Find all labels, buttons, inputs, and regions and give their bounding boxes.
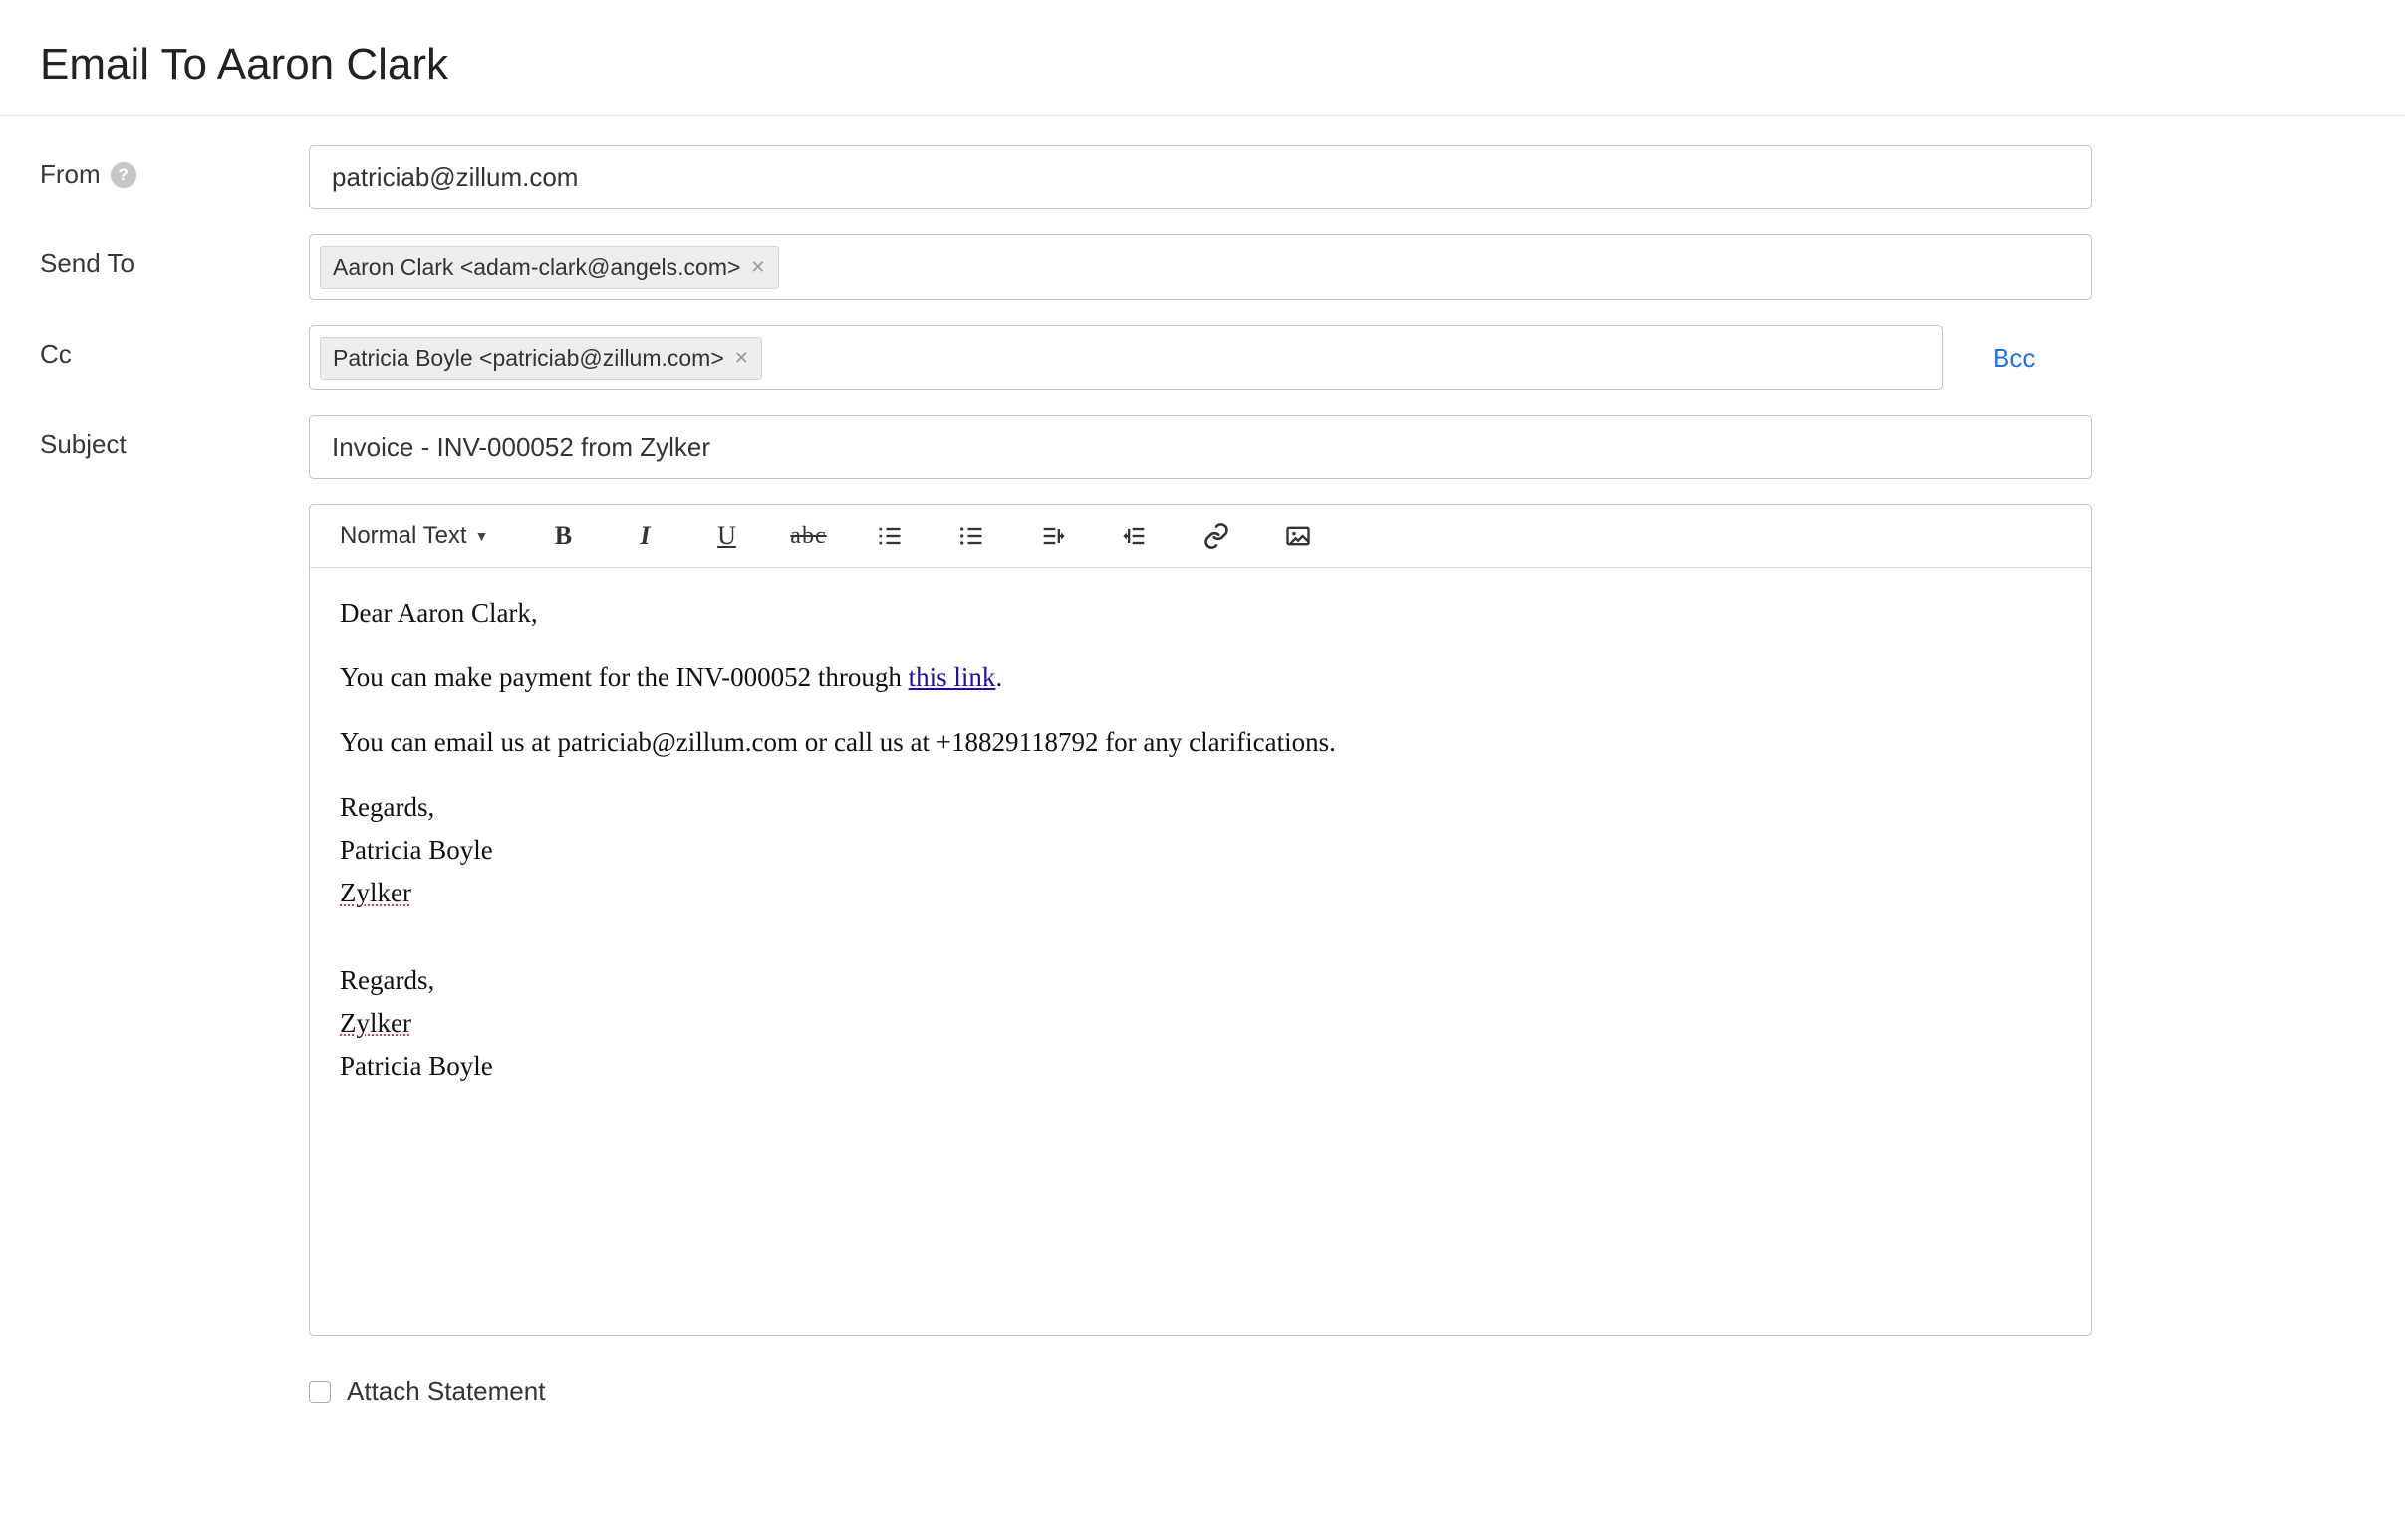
sig1-name: Patricia Boyle <box>340 833 2061 868</box>
payment-link[interactable]: this link <box>909 662 996 692</box>
subject-label: Subject <box>40 415 309 460</box>
sig1-regards: Regards, <box>340 790 2061 825</box>
format-select-label: Normal Text <box>340 522 467 550</box>
page-title: Email To Aaron Clark <box>40 40 2365 90</box>
send-to-chip-label: Aaron Clark <adam-clark@angels.com> <box>333 254 740 281</box>
close-icon[interactable]: ✕ <box>734 349 749 367</box>
sig1-company: Zylker <box>340 876 2061 910</box>
ordered-list-button[interactable] <box>873 519 907 553</box>
cc-chip[interactable]: Patricia Boyle <patriciab@zillum.com> ✕ <box>320 337 762 380</box>
close-icon[interactable]: ✕ <box>750 258 765 276</box>
from-input[interactable] <box>309 145 2092 209</box>
editor-body[interactable]: Dear Aaron Clark, You can make payment f… <box>310 568 2091 1335</box>
body-line-1: You can make payment for the INV-000052 … <box>340 660 2061 695</box>
underline-button[interactable]: U <box>709 519 743 553</box>
format-select[interactable]: Normal Text ▼ <box>340 522 498 550</box>
send-to-input[interactable]: Aaron Clark <adam-clark@angels.com> ✕ <box>309 234 2092 300</box>
cc-input[interactable]: Patricia Boyle <patriciab@zillum.com> ✕ <box>309 325 1943 390</box>
subject-input[interactable] <box>309 415 2092 479</box>
email-editor: Normal Text ▼ B I U abc <box>309 504 2092 1336</box>
attach-statement-checkbox[interactable] <box>309 1381 331 1403</box>
sig2-regards: Regards, <box>340 963 2061 998</box>
cc-chip-label: Patricia Boyle <patriciab@zillum.com> <box>333 345 724 372</box>
send-to-chip[interactable]: Aaron Clark <adam-clark@angels.com> ✕ <box>320 246 779 289</box>
strikethrough-button[interactable]: abc <box>791 519 825 553</box>
unordered-list-button[interactable] <box>954 519 988 553</box>
bold-button[interactable]: B <box>546 519 580 553</box>
image-button[interactable] <box>1281 519 1315 553</box>
editor-toolbar: Normal Text ▼ B I U abc <box>310 505 2091 568</box>
send-to-label: Send To <box>40 234 309 279</box>
italic-button[interactable]: I <box>628 519 662 553</box>
chevron-down-icon: ▼ <box>475 528 489 544</box>
bcc-link[interactable]: Bcc <box>1993 343 2035 374</box>
body-greeting: Dear Aaron Clark, <box>340 596 2061 631</box>
link-button[interactable] <box>1200 519 1233 553</box>
help-icon[interactable]: ? <box>111 162 136 188</box>
sig2-company: Zylker <box>340 1006 2061 1041</box>
cc-label: Cc <box>40 325 309 370</box>
body-line-2: You can email us at patriciab@zillum.com… <box>340 725 2061 760</box>
from-label: From ? <box>40 145 309 190</box>
outdent-button[interactable] <box>1036 519 1070 553</box>
sig2-name: Patricia Boyle <box>340 1049 2061 1084</box>
attach-statement-label: Attach Statement <box>347 1376 545 1407</box>
indent-button[interactable] <box>1118 519 1152 553</box>
